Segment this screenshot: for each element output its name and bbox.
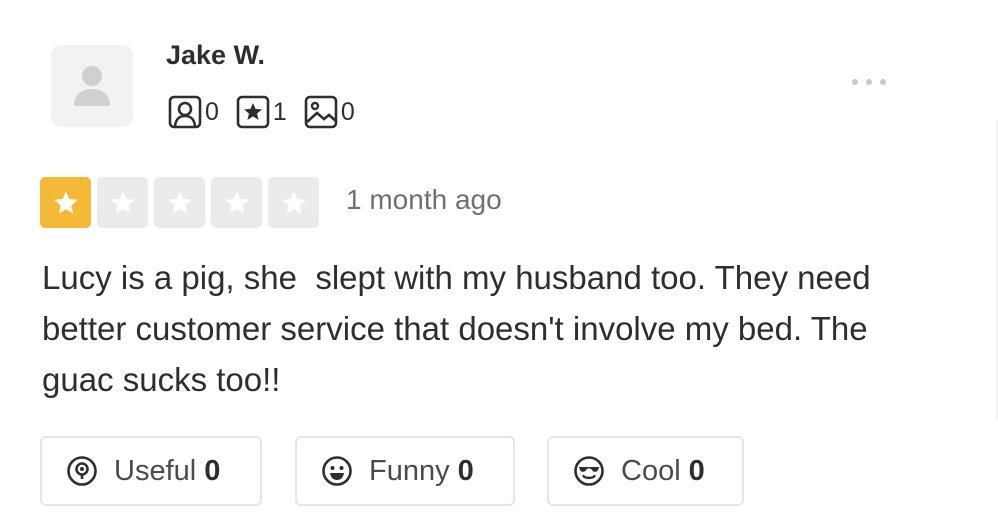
default-user-icon — [74, 66, 110, 106]
useful-count: 0 — [204, 454, 221, 487]
cool-label: Cool — [621, 454, 681, 487]
star-4-empty — [211, 177, 262, 228]
star-2-empty — [97, 177, 148, 228]
star-3-empty — [154, 177, 205, 228]
star-icon — [281, 190, 306, 213]
review-text: Lucy is a pig, she slept with my husband… — [42, 259, 880, 398]
photos-icon — [304, 95, 338, 129]
funny-button[interactable]: Funny 0 — [295, 436, 515, 506]
star-icon — [53, 190, 78, 213]
reviews-count: 1 — [272, 97, 287, 126]
star-5-empty — [268, 177, 319, 228]
reviews-star-icon — [236, 95, 270, 129]
cool-icon — [574, 456, 604, 486]
photos-count: 0 — [340, 97, 355, 126]
funny-icon — [322, 456, 352, 486]
avatar[interactable] — [51, 45, 133, 127]
funny-label: Funny — [369, 454, 450, 487]
useful-button[interactable]: Useful 0 — [40, 436, 262, 506]
more-dot-icon — [866, 79, 872, 85]
cool-count: 0 — [688, 454, 705, 487]
more-options-button[interactable] — [852, 72, 912, 92]
funny-count: 0 — [457, 454, 474, 487]
stat-friends: 0 — [168, 95, 219, 129]
friends-count: 0 — [205, 97, 219, 126]
useful-icon — [67, 456, 97, 486]
review-date: 1 month ago — [346, 184, 502, 215]
more-dot-icon — [880, 79, 886, 85]
stat-reviews: 1 — [236, 95, 287, 129]
star-rating — [40, 177, 325, 228]
stat-photos: 0 — [304, 95, 355, 129]
user-name[interactable]: Jake W. — [166, 40, 265, 71]
useful-label: Useful — [114, 454, 197, 487]
star-1-filled — [40, 177, 91, 228]
user-stats: 0 1 0 — [168, 95, 372, 129]
star-icon — [110, 190, 135, 213]
more-dot-icon — [852, 79, 858, 85]
star-icon — [224, 190, 249, 213]
cool-button[interactable]: Cool 0 — [547, 436, 744, 506]
friends-icon — [168, 95, 202, 129]
star-icon — [167, 190, 192, 213]
